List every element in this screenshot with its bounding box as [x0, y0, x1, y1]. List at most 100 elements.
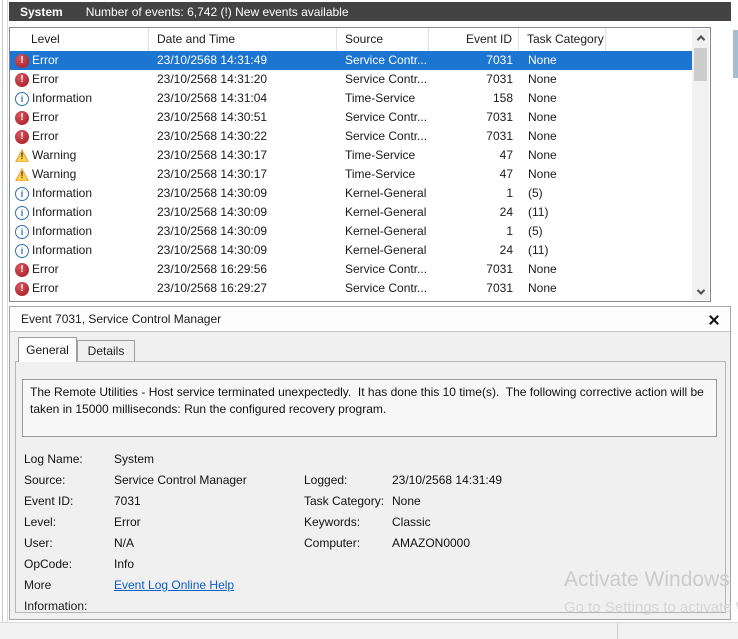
event-id-cell: 47 [499, 148, 513, 162]
level-label: Error [32, 129, 59, 143]
event-log-online-help-link[interactable]: Event Log Online Help [114, 575, 234, 596]
property-row: Level: Error Keywords: Classic [16, 512, 725, 533]
error-icon: ! [15, 281, 29, 296]
event-id-cell: 7031 [486, 262, 513, 276]
date-cell: 23/10/2568 14:31:20 [157, 72, 268, 86]
level-cell: i Information [10, 203, 149, 222]
source-cell: Kernel-General [345, 186, 427, 200]
source-cell: Kernel-General [345, 205, 427, 219]
event-row[interactable]: ! Error 23/10/2568 16:29:56 Service Contr..… [10, 260, 693, 279]
event-id-cell: 47 [499, 167, 513, 181]
event-row[interactable]: ! Error 23/10/2568 14:31:20 Service Contr..… [10, 70, 693, 89]
source-cell: Service Contr... [345, 281, 428, 295]
task-category-cell: None [528, 281, 557, 295]
task-category-cell: (11) [528, 243, 549, 257]
date-cell: 23/10/2568 14:31:49 [157, 53, 268, 67]
event-row[interactable]: i Information 23/10/2568 14:30:09 Kernel-Ge… [10, 203, 693, 222]
task-category-cell: (5) [528, 186, 543, 200]
property-label: Source: [24, 473, 66, 487]
error-icon: ! [15, 72, 29, 87]
level-cell: ! Error [10, 127, 149, 146]
level-cell: ! Warning [10, 165, 149, 184]
chevron-up-icon [696, 34, 705, 44]
level-label: Error [32, 281, 59, 295]
detail-header: Event 7031, Service Control Manager [10, 307, 730, 332]
event-row[interactable]: i Information 23/10/2568 14:30:09 Kernel-Ge… [10, 241, 693, 260]
column-header-date-and-time[interactable]: Date and Time [149, 28, 337, 51]
date-cell: 23/10/2568 16:29:27 [157, 281, 268, 295]
level-label: Information [32, 205, 93, 219]
filler-cell [606, 146, 693, 165]
scrollbar-thumb[interactable] [694, 48, 707, 81]
tab-details[interactable]: Details [77, 340, 135, 361]
error-icon: ! [15, 262, 29, 277]
level-label: Warning [32, 148, 77, 162]
event-list-scrollbar[interactable] [692, 29, 709, 300]
activate-windows-watermark: Activate Windows [564, 568, 730, 591]
level-label: Error [32, 72, 59, 86]
level-label: Information [32, 186, 93, 200]
column-header-source[interactable]: Source [337, 28, 429, 51]
property-row: Log Name: System [16, 449, 725, 470]
event-id-cell: 7031 [486, 281, 513, 295]
event-id-cell: 1 [506, 224, 513, 238]
activate-windows-watermark-sub: Go to Settings to activate W [564, 599, 738, 616]
event-id-cell: 7031 [486, 129, 513, 143]
task-category-cell: (5) [528, 224, 543, 238]
scroll-up-button[interactable] [692, 29, 709, 46]
log-titlebar: System Number of events: 6,742 (!) New e… [9, 2, 731, 21]
level-cell: ! Error [10, 260, 149, 279]
tab-general[interactable]: General [18, 337, 77, 362]
left-window-edge [2, 0, 3, 639]
event-list-header: Level Date and Time Source Event ID Task Cat… [10, 28, 693, 51]
level-cell: ! Error [10, 70, 149, 89]
event-row[interactable]: ! Error 23/10/2568 16:29:27 Service Contr..… [10, 279, 693, 298]
scroll-down-button[interactable] [692, 283, 709, 300]
more-information-label: More Information: [24, 578, 88, 613]
task-category-cell: None [528, 53, 557, 67]
filler-cell [606, 70, 693, 89]
filler-cell [606, 279, 693, 298]
column-header-task-category[interactable]: Task Category [519, 28, 606, 51]
event-row[interactable]: ! Warning 23/10/2568 14:30:17 Time-Service 4… [10, 146, 693, 165]
property-label: OpCode: [24, 557, 73, 571]
event-rows: ! Error 23/10/2568 14:31:49 Service Contr..… [10, 51, 693, 301]
property-value: Service Control Manager [114, 473, 247, 487]
task-category-cell: None [528, 110, 557, 124]
event-row[interactable]: ! Error 23/10/2568 14:30:51 Service Contr..… [10, 108, 693, 127]
level-label: Warning [32, 167, 77, 181]
event-row[interactable]: i Information 23/10/2568 14:31:04 Time-Serv… [10, 89, 693, 108]
level-cell: i Information [10, 241, 149, 260]
property-value: Info [114, 557, 135, 571]
warning-icon: ! [15, 167, 29, 182]
property-row: Source: Service Control Manager Logged: 23/… [16, 470, 725, 491]
property-value: 23/10/2568 14:31:49 [392, 473, 503, 487]
event-viewer-window: System Number of events: 6,742 (!) New e… [0, 0, 738, 639]
event-row[interactable]: ! Error 23/10/2568 14:30:22 Service Contr..… [10, 127, 693, 146]
detail-title: Event 7031, Service Control Manager [21, 312, 222, 326]
column-header-level[interactable]: Level [10, 28, 149, 51]
event-row[interactable]: i Information 23/10/2568 14:30:09 Kernel-Ge… [10, 222, 693, 241]
event-row[interactable]: ! Warning 23/10/2568 14:30:17 Time-Service 4… [10, 165, 693, 184]
property-row: User: N/A Computer: AMAZON0000 [16, 533, 725, 554]
column-header-event-id[interactable]: Event ID [429, 28, 519, 51]
level-label: Error [32, 53, 59, 67]
information-icon: i [15, 224, 29, 239]
date-cell: 23/10/2568 14:30:17 [157, 167, 268, 181]
log-name: System [20, 4, 63, 19]
source-cell: Time-Service [345, 148, 416, 162]
date-cell: 23/10/2568 14:30:51 [157, 110, 268, 124]
event-row[interactable]: i Information 23/10/2568 14:30:09 Kernel-Ge… [10, 184, 693, 203]
error-icon: ! [15, 110, 29, 125]
warning-icon: ! [15, 148, 29, 163]
level-label: Information [32, 91, 93, 105]
close-icon[interactable] [706, 312, 722, 328]
filler-cell [606, 51, 693, 70]
filler-cell [606, 89, 693, 108]
level-cell: i Information [10, 89, 149, 108]
task-category-cell: None [528, 262, 557, 276]
event-row[interactable]: ! Error 23/10/2568 14:31:49 Service Contr..… [10, 51, 693, 70]
information-icon: i [15, 91, 29, 106]
event-id-cell: 24 [499, 243, 513, 257]
date-cell: 23/10/2568 14:30:17 [157, 148, 268, 162]
